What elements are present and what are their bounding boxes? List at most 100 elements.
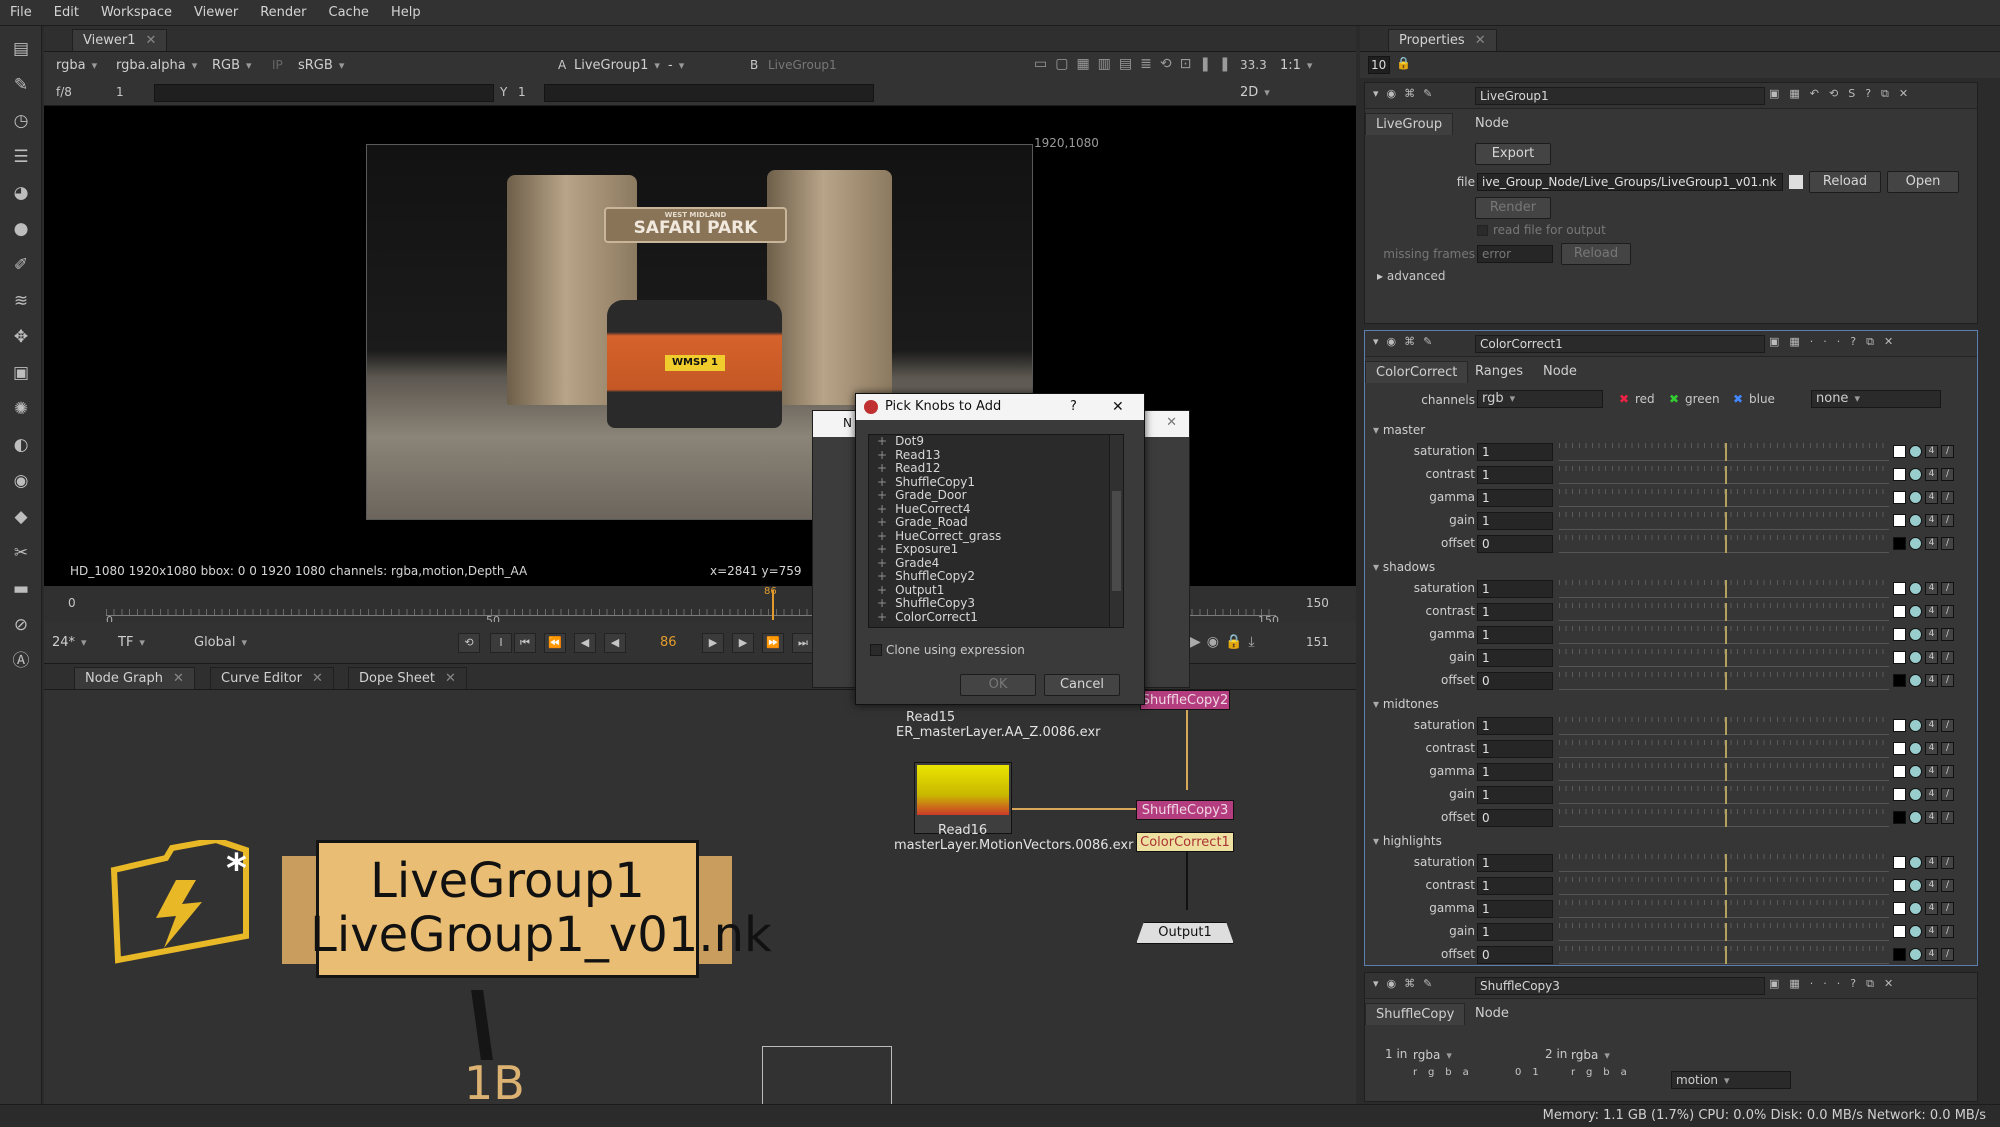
highlights-contrast-controls[interactable]: 4 ∕ (1893, 877, 1969, 895)
midtones-gain-slider[interactable] (1559, 786, 1889, 804)
split-channels-icon[interactable]: 4 (1925, 856, 1938, 869)
midtones-saturation-slider[interactable] (1559, 717, 1889, 735)
master-gamma-controls[interactable]: 4 ∕ (1893, 489, 1969, 507)
color-swatch-icon[interactable] (1893, 491, 1906, 504)
tab-viewer1[interactable]: Viewer1 ✕ (72, 29, 168, 51)
master-offset-slider[interactable] (1559, 535, 1889, 553)
end-frame[interactable]: 151 (1306, 635, 1329, 649)
colorcorrect1-node[interactable]: ColorCorrect1 (1136, 832, 1234, 852)
slider-handle[interactable] (1725, 717, 1727, 735)
curve-icon[interactable]: ∕ (1941, 902, 1954, 915)
section-midtones[interactable]: midtones (1373, 697, 1439, 711)
list-item[interactable]: ShuffleCopy2 (869, 569, 1123, 584)
prev-frame-icon[interactable]: ◀ (574, 633, 596, 653)
curve-icon[interactable]: ∕ (1941, 651, 1954, 664)
time-tool-icon[interactable]: ◷ (10, 110, 32, 132)
loop-icon[interactable]: ⟲ (458, 633, 480, 653)
draw-tool-icon[interactable]: ✎ (10, 74, 32, 96)
color-swatch-icon[interactable] (1893, 582, 1906, 595)
split-channels-icon[interactable]: 4 (1925, 537, 1938, 550)
channel-tool-icon[interactable]: ☰ (10, 146, 32, 168)
list-item[interactable]: ColorCorrect1 (869, 610, 1123, 625)
master-contrast-slider[interactable] (1559, 466, 1889, 484)
scope-dropdown[interactable]: Global (194, 633, 247, 653)
midtones-saturation-controls[interactable]: 4 ∕ (1893, 717, 1969, 735)
gain-slider[interactable] (154, 84, 494, 102)
export-button[interactable]: Export (1475, 143, 1551, 165)
3d-tool-icon[interactable]: ▣ (10, 362, 32, 384)
slider-handle[interactable] (1725, 512, 1727, 530)
highlights-offset-field[interactable]: 0 (1477, 946, 1553, 964)
curve-icon[interactable]: ∕ (1941, 925, 1954, 938)
list-item[interactable]: Grade_Road (869, 515, 1123, 530)
shadows-saturation-controls[interactable]: 4 ∕ (1893, 580, 1969, 598)
list-item[interactable]: ShuffleCopy3 (869, 596, 1123, 611)
help-icon[interactable]: ? (1070, 394, 1077, 420)
ok-button[interactable]: OK (960, 674, 1036, 696)
curve-icon[interactable]: ∕ (1941, 719, 1954, 732)
color-wheel-icon[interactable] (1909, 514, 1922, 527)
curve-icon[interactable]: ∕ (1941, 537, 1954, 550)
color-swatch-icon[interactable] (1893, 788, 1906, 801)
curve-icon[interactable]: ∕ (1941, 856, 1954, 869)
highlights-gamma-slider[interactable] (1559, 900, 1889, 918)
tab-shufflecopy[interactable]: ShuffleCopy (1365, 1003, 1466, 1025)
color-swatch-icon[interactable] (1893, 902, 1906, 915)
gamma-value[interactable]: 1 (518, 85, 526, 99)
split-channels-icon[interactable]: 4 (1925, 605, 1938, 618)
highlights-contrast-field[interactable]: 1 (1477, 877, 1553, 895)
midtones-contrast-slider[interactable] (1559, 740, 1889, 758)
highlights-offset-slider[interactable] (1559, 946, 1889, 964)
channels-dropdown[interactable]: rgb (1477, 390, 1603, 408)
blue-checkbox[interactable]: ✖ (1733, 392, 1743, 406)
curve-icon[interactable]: ∕ (1941, 788, 1954, 801)
color-swatch-icon[interactable] (1893, 605, 1906, 618)
deep-tool-icon[interactable]: ◐ (10, 434, 32, 456)
color-swatch-icon[interactable] (1893, 537, 1906, 550)
node-name-field[interactable]: LiveGroup1 (1475, 87, 1765, 105)
split-channels-icon[interactable]: 4 (1925, 674, 1938, 687)
list-item[interactable]: Output1 (869, 583, 1123, 598)
shadows-gain-controls[interactable]: 4 ∕ (1893, 649, 1969, 667)
midtones-gamma-controls[interactable]: 4 ∕ (1893, 763, 1969, 781)
split-channels-icon[interactable]: 4 (1925, 948, 1938, 961)
curve-icon[interactable]: ∕ (1941, 948, 1954, 961)
file-path-field[interactable]: ive_Group_Node/Live_Groups/LiveGroup1_v0… (1477, 173, 1783, 191)
slider-handle[interactable] (1725, 900, 1727, 918)
color-swatch-icon[interactable] (1893, 514, 1906, 527)
last-frame-icon[interactable]: ⏭ (792, 633, 814, 653)
close-icon[interactable]: ✕ (173, 671, 184, 686)
in2-dropdown[interactable]: rgba (1571, 1045, 1610, 1065)
tab-node[interactable]: Node (1465, 1003, 1519, 1025)
list-item[interactable]: ShuffleCopy1 (869, 475, 1123, 490)
shadows-saturation-slider[interactable] (1559, 580, 1889, 598)
play-icon[interactable]: ▶ (702, 633, 724, 653)
split-channels-icon[interactable]: 4 (1925, 719, 1938, 732)
max-panels-field[interactable]: 10 (1368, 56, 1390, 74)
curve-icon[interactable]: ∕ (1941, 582, 1954, 595)
panel-controls-icons[interactable]: ▾◉⌘✎ (1373, 977, 1440, 990)
master-saturation-field[interactable]: 1 (1477, 443, 1553, 461)
navigator-box[interactable] (762, 1046, 892, 1104)
read-output-checkbox[interactable] (1477, 225, 1488, 236)
node-name-field[interactable]: ColorCorrect1 (1475, 335, 1765, 353)
menu-viewer[interactable]: Viewer (194, 5, 238, 20)
slider-handle[interactable] (1725, 672, 1727, 690)
color-wheel-icon[interactable] (1909, 605, 1922, 618)
in1-dropdown[interactable]: rgba (1413, 1045, 1452, 1065)
panel-controls-icons[interactable]: ▾◉⌘✎ (1373, 87, 1440, 100)
tab-dope-sheet[interactable]: Dope Sheet ✕ (348, 667, 467, 689)
menu-file[interactable]: File (10, 5, 32, 20)
color-swatch-icon[interactable] (1893, 742, 1906, 755)
slider-handle[interactable] (1725, 923, 1727, 941)
panel-action-icons[interactable]: ▣▦↶⟲S?⧉✕ (1769, 87, 1918, 101)
livegroup-node[interactable]: LiveGroup1 LiveGroup1_v01.nk (310, 840, 772, 978)
curve-icon[interactable]: ∕ (1941, 628, 1954, 641)
shadows-offset-slider[interactable] (1559, 672, 1889, 690)
shufflecopy3-node[interactable]: ShuffleCopy3 (1136, 800, 1234, 820)
close-icon[interactable]: ✕ (145, 33, 156, 48)
filter-tool-icon[interactable]: ● (10, 218, 32, 240)
master-offset-field[interactable]: 0 (1477, 535, 1553, 553)
midtones-saturation-field[interactable]: 1 (1477, 717, 1553, 735)
highlights-saturation-slider[interactable] (1559, 854, 1889, 872)
